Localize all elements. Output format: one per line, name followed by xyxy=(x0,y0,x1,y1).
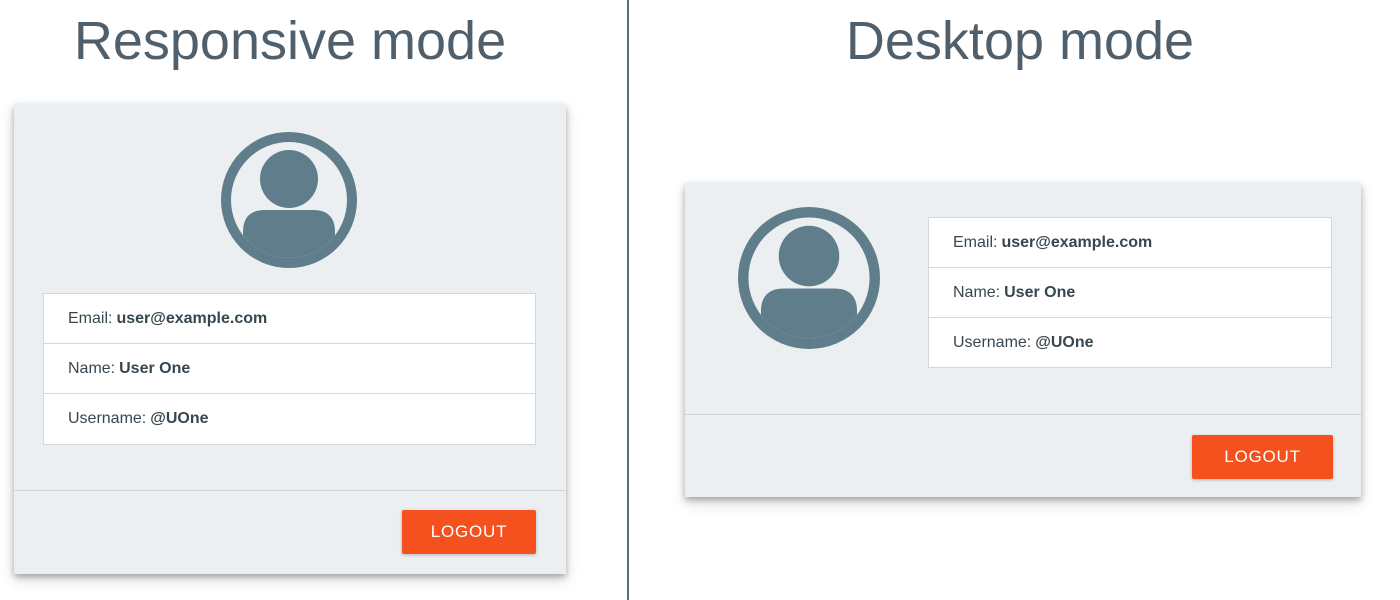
desktop-mode-title: Desktop mode xyxy=(845,11,1195,71)
username-row: Username: @UOne xyxy=(44,394,535,444)
name-value: User One xyxy=(1004,283,1076,301)
card-actions-divider xyxy=(14,490,566,491)
account-circle-icon xyxy=(738,207,880,349)
logout-button[interactable]: LOGOUT xyxy=(402,510,536,554)
username-value: @UOne xyxy=(1035,334,1094,351)
email-value: user@example.com xyxy=(1001,233,1153,251)
email-label: Email: xyxy=(953,233,998,251)
username-label: Username: xyxy=(68,410,147,427)
name-value: User One xyxy=(119,359,191,377)
name-label: Name: xyxy=(68,359,116,377)
username-label: Username: xyxy=(953,334,1032,351)
logout-button[interactable]: LOGOUT xyxy=(1192,435,1333,479)
name-label: Name: xyxy=(953,283,1001,301)
profile-card-responsive: Email: user@example.com Name: User One U… xyxy=(14,104,566,574)
panel-divider xyxy=(627,0,629,600)
username-row: Username: @UOne xyxy=(929,318,1331,368)
account-circle-icon xyxy=(221,132,357,268)
email-value: user@example.com xyxy=(116,309,268,327)
card-actions-divider xyxy=(685,414,1361,415)
name-row: Name: User One xyxy=(929,268,1331,318)
user-info-list: Email: user@example.com Name: User One U… xyxy=(43,293,536,445)
username-value: @UOne xyxy=(150,410,209,427)
user-info-list: Email: user@example.com Name: User One U… xyxy=(928,217,1332,368)
name-row: Name: User One xyxy=(44,344,535,394)
email-row: Email: user@example.com xyxy=(44,294,535,344)
profile-card-desktop: Email: user@example.com Name: User One U… xyxy=(685,183,1361,497)
email-row: Email: user@example.com xyxy=(929,218,1331,268)
responsive-mode-title: Responsive mode xyxy=(73,11,507,71)
email-label: Email: xyxy=(68,309,113,327)
